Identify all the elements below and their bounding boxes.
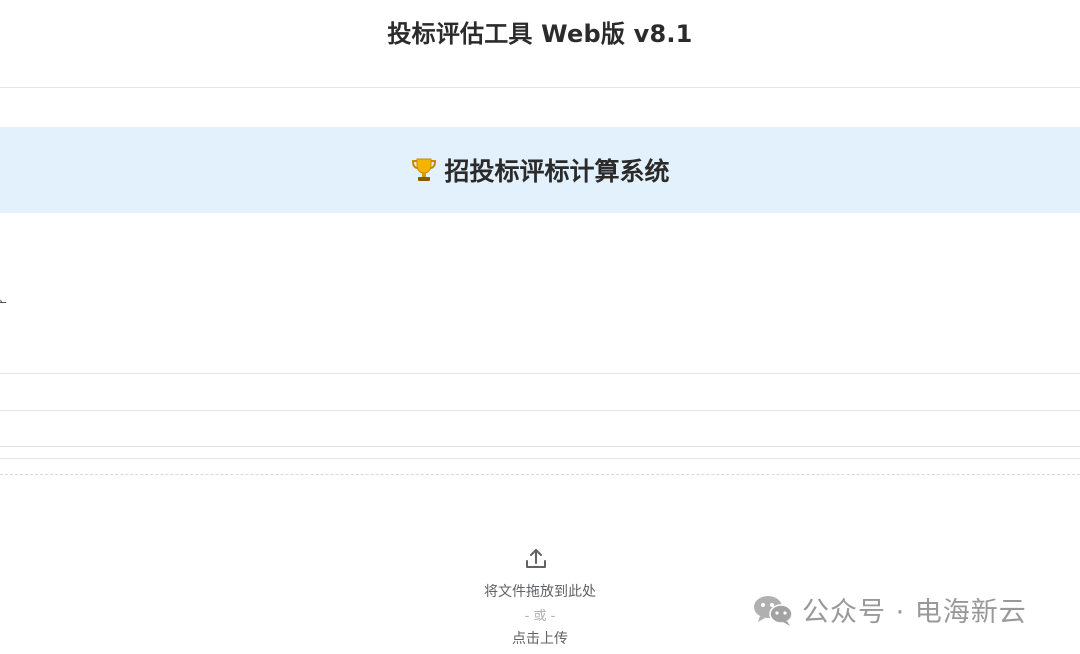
cropped-text: 广 (0, 300, 8, 315)
divider (0, 458, 1080, 459)
watermark: 公众号 · 电海新云 (752, 590, 1027, 629)
hero-banner: 招投标评标计算系统 (0, 127, 1080, 213)
wechat-icon (752, 592, 794, 628)
divider (0, 373, 1080, 374)
divider (0, 410, 1080, 411)
trophy-icon (410, 156, 438, 184)
upload-click-button[interactable]: 点击上传 (0, 628, 1080, 648)
divider (0, 446, 1080, 447)
hero-content: 招投标评标计算系统 (0, 127, 1080, 213)
upload-icon (523, 546, 549, 572)
title-bar: 投标评估工具 Web版 v8.1 (0, 0, 1080, 88)
app-title: 投标评估工具 Web版 v8.1 (387, 20, 693, 48)
hero-title: 招投标评标计算系统 (444, 157, 670, 186)
watermark-text: 公众号 · 电海新云 (802, 597, 1027, 628)
